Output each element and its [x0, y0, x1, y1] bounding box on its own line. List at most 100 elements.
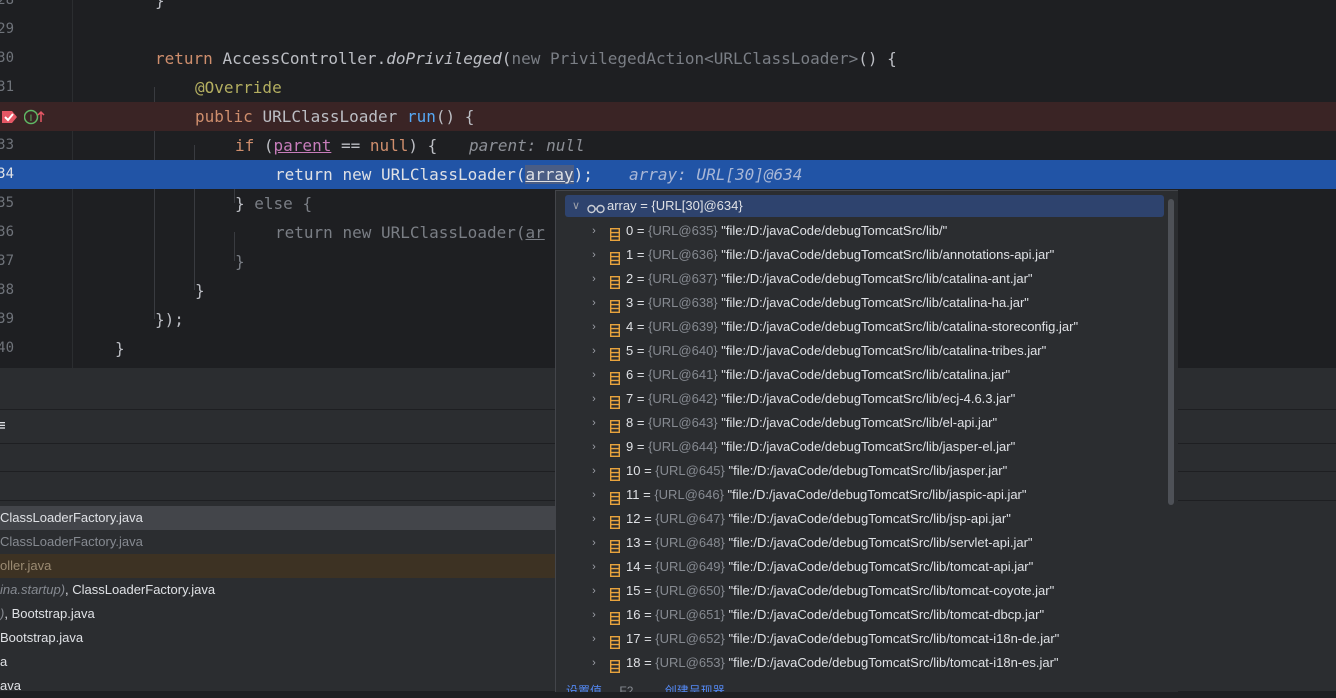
array-variable[interactable]: array	[525, 165, 574, 184]
item-index: 8	[626, 415, 634, 430]
tree-item-text: 14 = {URL@649} "file:/D:/javaCode/debugT…	[626, 559, 1034, 574]
code-text: });	[155, 310, 184, 329]
tree-item-text: 2 = {URL@637} "file:/D:/javaCode/debugTo…	[626, 271, 1033, 286]
frame-label: ClassLoaderFactory.java	[0, 534, 143, 549]
inline-value-hint[interactable]: array: URL[30]@634	[629, 160, 802, 189]
tree-root-array[interactable]: ∨ array = {URL[30]@634}	[565, 195, 1164, 217]
chevron-right-icon[interactable]: ›	[589, 507, 599, 531]
tree-item-url[interactable]: › 9 = {URL@644} "file:/D:/javaCode/debugT…	[556, 435, 1164, 459]
breakpoint-icon[interactable]	[0, 108, 18, 126]
chevron-right-icon[interactable]: ›	[589, 579, 599, 603]
chevron-right-icon[interactable]: ›	[589, 291, 599, 315]
frame-label: , ClassLoaderFactory.java	[65, 582, 216, 597]
item-ref: {URL@640}	[648, 343, 718, 358]
tree-item-url[interactable]: › 10 = {URL@645} "file:/D:/javaCode/debug…	[556, 459, 1164, 483]
line-number: 34	[0, 166, 14, 182]
array-element-icon	[609, 489, 621, 506]
code-line[interactable]: 30 return AccessController.doPrivileged(…	[0, 44, 1336, 73]
tree-item-url[interactable]: › 15 = {URL@650} "file:/D:/javaCode/debug…	[556, 579, 1164, 603]
tree-item-url[interactable]: › 8 = {URL@643} "file:/D:/javaCode/debugT…	[556, 411, 1164, 435]
chevron-right-icon[interactable]: ›	[589, 651, 599, 675]
chevron-right-icon[interactable]: ›	[589, 411, 599, 435]
item-value: "file:/D:/javaCode/debugTomcatSrc/lib/"	[721, 223, 948, 238]
code-text: if (parent == null) {	[235, 131, 437, 160]
code-tail: () {	[435, 107, 475, 126]
tree-item-text: 10 = {URL@645} "file:/D:/javaCode/debugT…	[626, 463, 1008, 478]
chevron-down-icon[interactable]: ∨	[571, 195, 581, 217]
stack-frame[interactable]: ClassLoaderFactory.java	[0, 506, 556, 530]
item-value: "file:/D:/javaCode/debugTomcatSrc/lib/ja…	[721, 439, 1016, 454]
item-value: "file:/D:/javaCode/debugTomcatSrc/lib/ca…	[721, 343, 1047, 358]
implements-icon[interactable]: I	[23, 109, 46, 125]
tree-item-url[interactable]: › 11 = {URL@646} "file:/D:/javaCode/debug…	[556, 483, 1164, 507]
code-line[interactable]: 31 @Override	[0, 73, 1336, 102]
chevron-right-icon[interactable]: ›	[589, 363, 599, 387]
chevron-right-icon[interactable]: ›	[589, 627, 599, 651]
variable-value-popup[interactable]: ∨ array = {URL[30]@634} › 0 = {URL@635} "…	[555, 190, 1178, 692]
tree-item-text: 5 = {URL@640} "file:/D:/javaCode/debugTo…	[626, 343, 1047, 358]
line-number: 30	[0, 50, 14, 66]
array-element-icon	[609, 345, 621, 362]
tree-item-url[interactable]: › 2 = {URL@637} "file:/D:/javaCode/debugT…	[556, 267, 1164, 291]
tree-item-url[interactable]: › 16 = {URL@651} "file:/D:/javaCode/debug…	[556, 603, 1164, 627]
current-execution-line[interactable]: 34 return new URLClassLoader(array); arr…	[0, 160, 1336, 189]
tree-item-url[interactable]: › 3 = {URL@638} "file:/D:/javaCode/debugT…	[556, 291, 1164, 315]
tree-item-url[interactable]: › 7 = {URL@642} "file:/D:/javaCode/debugT…	[556, 387, 1164, 411]
svg-text:I: I	[30, 114, 33, 124]
tree-item-url[interactable]: › 4 = {URL@639} "file:/D:/javaCode/debugT…	[556, 315, 1164, 339]
array-element-icon	[609, 513, 621, 530]
chevron-right-icon[interactable]: ›	[589, 483, 599, 507]
stack-frame[interactable]: ina.startup), ClassLoaderFactory.java	[0, 578, 556, 602]
inline-value-hint[interactable]: parent: null	[469, 131, 585, 160]
item-index: 7	[626, 391, 634, 406]
parent-variable[interactable]: parent	[274, 136, 332, 155]
tree-item-url[interactable]: › 17 = {URL@652} "file:/D:/javaCode/debug…	[556, 627, 1164, 651]
array-element-icon	[609, 297, 621, 314]
tree-item-url[interactable]: › 5 = {URL@640} "file:/D:/javaCode/debugT…	[556, 339, 1164, 363]
stack-frame[interactable]: ava	[0, 674, 556, 698]
item-value: "file:/D:/javaCode/debugTomcatSrc/lib/ca…	[721, 319, 1079, 334]
tree-item-url[interactable]: › 13 = {URL@648} "file:/D:/javaCode/debug…	[556, 531, 1164, 555]
scrollbar-thumb[interactable]	[1168, 199, 1174, 505]
chevron-right-icon[interactable]: ›	[589, 315, 599, 339]
code-line[interactable]: 29	[0, 15, 1336, 44]
item-ref: {URL@653}	[655, 655, 725, 670]
watch-glasses-icon	[587, 200, 605, 214]
chevron-right-icon[interactable]: ›	[589, 531, 599, 555]
chevron-right-icon[interactable]: ›	[589, 219, 599, 243]
method-name: doPrivileged	[386, 49, 502, 68]
stack-frame[interactable]: a	[0, 650, 556, 674]
tree-item-text: 0 = {URL@635} "file:/D:/javaCode/debugTo…	[626, 223, 948, 238]
frame-label: Bootstrap.java	[0, 630, 84, 645]
constructor-call: URLClassLoader(	[380, 223, 526, 242]
stack-frame[interactable]: ClassLoaderFactory.java	[0, 530, 556, 554]
stack-frame[interactable]: Bootstrap.java	[0, 626, 556, 650]
chevron-right-icon[interactable]: ›	[589, 267, 599, 291]
menu-icon[interactable]: ≡	[0, 416, 7, 434]
chevron-right-icon[interactable]: ›	[589, 459, 599, 483]
array-element-icon	[609, 465, 621, 482]
class-name: AccessController.	[222, 49, 387, 68]
tree-item-url[interactable]: › 14 = {URL@649} "file:/D:/javaCode/debug…	[556, 555, 1164, 579]
tree-item-url[interactable]: › 1 = {URL@636} "file:/D:/javaCode/debugT…	[556, 243, 1164, 267]
stack-frame[interactable]: ), Bootstrap.java	[0, 602, 556, 626]
chevron-right-icon[interactable]: ›	[589, 603, 599, 627]
code-line[interactable]: 28 }	[0, 0, 1336, 15]
tree-item-url[interactable]: › 6 = {URL@641} "file:/D:/javaCode/debugT…	[556, 363, 1164, 387]
tree-item-url[interactable]: › 18 = {URL@653} "file:/D:/javaCode/debug…	[556, 651, 1164, 675]
code-line[interactable]: 33 if (parent == null) { parent: null	[0, 131, 1336, 160]
stack-frame[interactable]: oller.java	[0, 554, 556, 578]
chevron-right-icon[interactable]: ›	[589, 435, 599, 459]
tree-item-url[interactable]: › 0 = {URL@635} "file:/D:/javaCode/debugT…	[556, 219, 1164, 243]
chevron-right-icon[interactable]: ›	[589, 555, 599, 579]
item-index: 16	[626, 607, 641, 622]
item-ref: {URL@641}	[648, 367, 718, 382]
chevron-right-icon[interactable]: ›	[589, 339, 599, 363]
chevron-right-icon[interactable]: ›	[589, 243, 599, 267]
tree-item-url[interactable]: › 12 = {URL@647} "file:/D:/javaCode/debug…	[556, 507, 1164, 531]
chevron-right-icon[interactable]: ›	[589, 387, 599, 411]
annotation: @Override	[195, 78, 282, 97]
line-number: 37	[0, 253, 14, 269]
breakpoint-line[interactable]: 32 I public URLClassLoader run() {	[0, 102, 1336, 131]
array-element-icon	[609, 369, 621, 386]
